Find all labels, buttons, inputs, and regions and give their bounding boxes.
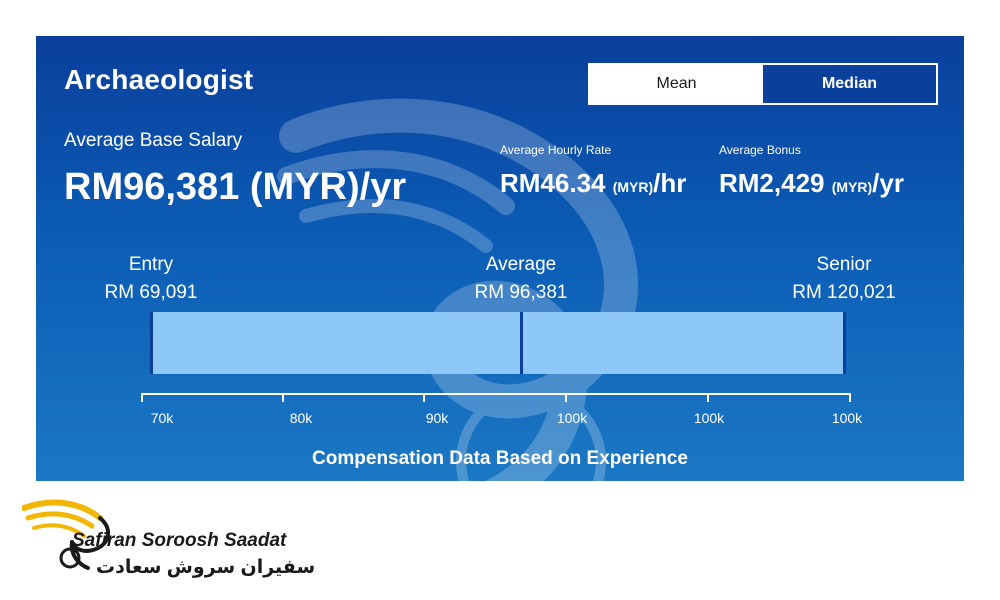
axis-tick-label: 100k: [693, 410, 725, 426]
level-senior-value: RM 120,021: [792, 282, 896, 303]
salary-axis: [141, 393, 851, 403]
median-toggle-button[interactable]: Median: [763, 65, 936, 103]
level-senior-name: Senior: [816, 254, 872, 275]
level-entry: Entry RM 69,091: [81, 251, 221, 307]
hourly-rate-amount: RM46.34: [500, 168, 606, 198]
axis-tick: [849, 393, 851, 402]
axis-tick: [282, 393, 284, 402]
mean-toggle-button[interactable]: Mean: [590, 65, 763, 103]
hourly-rate-value: RM46.34 (MYR)/hr: [500, 168, 686, 199]
axis-tick-label: 70k: [150, 410, 174, 426]
axis-tick-label: 100k: [556, 410, 588, 426]
level-entry-value: RM 69,091: [104, 282, 198, 303]
salary-range-bar: [150, 312, 846, 374]
level-entry-name: Entry: [128, 254, 174, 275]
page-title: Archaeologist: [64, 64, 254, 95]
level-average: Average RM 96,381: [451, 251, 591, 307]
brand-name-fa: سفیران سروش سعادت: [96, 557, 316, 578]
base-salary-value: RM96,381 (MYR)/yr: [64, 166, 407, 208]
mean-median-toggle[interactable]: Mean Median: [588, 63, 938, 105]
axis-tick-label: 80k: [289, 410, 313, 426]
axis-tick: [707, 393, 709, 402]
bonus-unit: (MYR): [831, 179, 873, 195]
bonus-value: RM2,429 (MYR)/yr: [719, 168, 904, 199]
axis-tick: [423, 393, 425, 402]
salary-card: Archaeologist Mean Median Average Base S…: [36, 36, 964, 481]
axis-line: [141, 393, 851, 395]
axis-tick: [565, 393, 567, 402]
hourly-rate-suffix: /hr: [653, 168, 687, 198]
axis-tick-label: 90k: [425, 410, 449, 426]
average-marker: [520, 312, 523, 374]
base-salary-label: Average Base Salary: [64, 130, 243, 151]
compensation-footer: Compensation Data Based on Experience: [312, 448, 688, 469]
axis-tick-label: 100k: [831, 410, 863, 426]
bonus-suffix: /yr: [872, 168, 904, 198]
bonus-amount: RM2,429: [719, 168, 825, 198]
level-average-value: RM 96,381: [474, 282, 568, 303]
level-senior: Senior RM 120,021: [774, 251, 914, 307]
hourly-rate-unit: (MYR): [612, 179, 654, 195]
level-average-name: Average: [485, 254, 557, 275]
brand-name-en: Safiran Soroosh Saadat: [72, 530, 287, 551]
bonus-label: Average Bonus: [719, 143, 801, 157]
hourly-rate-label: Average Hourly Rate: [500, 143, 612, 157]
axis-tick: [141, 393, 143, 402]
